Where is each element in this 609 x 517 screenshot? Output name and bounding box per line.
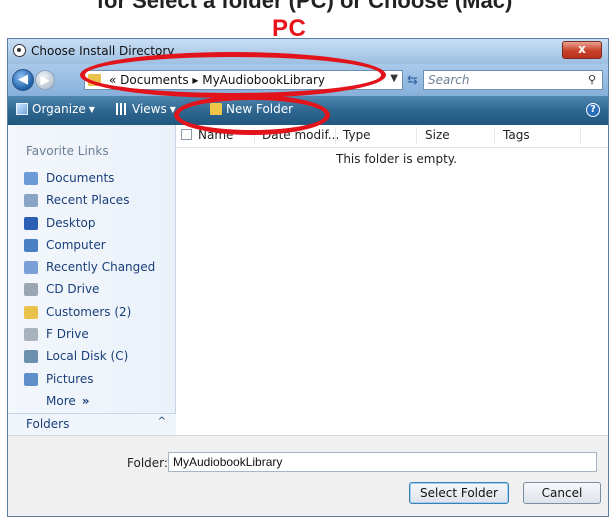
favorite-links-list: Documents Recent Places Desktop Computer Rec…	[8, 169, 175, 414]
title-bar: Choose Install Directory x	[8, 39, 608, 64]
recently-changed-icon	[24, 261, 38, 275]
address-bar: ◀ ▶ « Documents ▸ MyAudiobookLibrary ▼ ⇆…	[8, 64, 608, 96]
chevron-down-icon[interactable]: ▼	[390, 73, 398, 84]
column-header-tags[interactable]: Tags	[503, 128, 530, 142]
select-all-checkbox[interactable]	[181, 129, 192, 140]
column-header-type[interactable]: Type	[343, 128, 371, 142]
local-disk-icon	[24, 350, 38, 364]
chevron-down-icon: ▼	[169, 105, 176, 114]
folder-label: Folder:	[127, 456, 168, 470]
sidebar-item-label: Computer	[46, 237, 106, 252]
sidebar-item-label: Documents	[46, 171, 115, 185]
chevron-down-icon: ▼	[88, 105, 95, 114]
column-divider[interactable]	[580, 127, 581, 144]
new-folder-button[interactable]: New Folder	[210, 102, 293, 116]
organize-label: Organize	[32, 102, 86, 116]
sidebar-item-f-drive[interactable]: F Drive	[8, 325, 175, 347]
chevron-up-icon: ^	[157, 416, 166, 427]
navigation-pane: Favorite Links Documents Recent Places Des…	[8, 125, 176, 435]
more-label: More »	[46, 394, 90, 408]
documents-icon	[24, 172, 38, 185]
sidebar-item-label: F Drive	[46, 327, 89, 342]
search-icon[interactable]: ⚲	[588, 73, 596, 86]
forward-button[interactable]: ▶	[35, 70, 55, 90]
back-arrow-icon: ◀	[18, 72, 28, 87]
column-header-name[interactable]: Name	[198, 128, 233, 142]
recent-places-icon	[24, 194, 38, 208]
sidebar-item-pictures[interactable]: Pictures	[8, 370, 175, 392]
views-button[interactable]: Views ▼	[116, 102, 176, 116]
drive-icon	[24, 328, 38, 342]
help-icon[interactable]: ?	[586, 103, 600, 117]
sidebar-item-recent-places[interactable]: Recent Places	[8, 191, 175, 213]
sidebar-item-label: Desktop	[46, 215, 96, 230]
file-list-pane: Name Date modif... Type Size Tags This f…	[176, 125, 608, 435]
sidebar-item-label: CD Drive	[46, 282, 100, 297]
column-divider[interactable]	[335, 127, 336, 144]
column-divider[interactable]	[494, 127, 495, 144]
close-button[interactable]: x	[562, 41, 602, 59]
folders-label: Folders	[26, 417, 70, 431]
computer-icon	[24, 238, 38, 252]
choose-directory-dialog: Choose Install Directory x ◀ ▶ « Documen…	[7, 38, 609, 517]
views-icon	[116, 103, 128, 115]
column-divider[interactable]	[254, 127, 255, 144]
app-icon	[13, 44, 26, 57]
command-toolbar: Organize ▼ Views ▼ New Folder ?	[8, 96, 608, 125]
address-box[interactable]: « Documents ▸ MyAudiobookLibrary ▼	[84, 70, 403, 90]
sidebar-item-more[interactable]: More »	[8, 392, 175, 414]
folders-toggle[interactable]: Folders ^	[8, 413, 176, 435]
content-area: Favorite Links Documents Recent Places Des…	[8, 125, 608, 435]
new-folder-label: New Folder	[226, 102, 294, 116]
header-caption-text: for Select a folder (PC) or Choose (Mac)	[96, 0, 513, 13]
sidebar-item-label: Local Disk (C)	[46, 349, 129, 364]
sidebar-item-computer[interactable]: Computer	[8, 236, 175, 258]
desktop-icon	[24, 216, 38, 230]
views-label: Views	[132, 102, 167, 116]
select-folder-button[interactable]: Select Folder	[409, 482, 509, 504]
column-header-date-modified[interactable]: Date modif...	[262, 128, 339, 142]
address-path: « Documents ▸ MyAudiobookLibrary	[109, 73, 325, 87]
forward-arrow-icon: ▶	[40, 73, 50, 87]
back-button[interactable]: ◀	[12, 69, 34, 91]
organize-icon	[16, 103, 28, 115]
search-box: ⚲	[423, 70, 603, 90]
column-headers: Name Date modif... Type Size Tags	[176, 125, 608, 148]
sidebar-item-cd-drive[interactable]: CD Drive	[8, 280, 175, 302]
search-input[interactable]	[428, 72, 578, 88]
sidebar-item-local-disk-c[interactable]: Local Disk (C)	[8, 347, 175, 369]
sidebar-item-label: Recent Places	[46, 193, 130, 208]
sidebar-item-documents[interactable]: Documents	[8, 169, 175, 191]
empty-folder-message: This folder is empty.	[336, 152, 457, 166]
new-folder-icon	[210, 103, 222, 115]
more-text: More	[46, 393, 76, 408]
folder-icon	[24, 305, 38, 319]
sidebar-item-recently-changed[interactable]: Recently Changed	[8, 258, 175, 280]
dialog-footer: Folder: Select Folder Cancel	[8, 435, 608, 516]
sidebar-item-label: Pictures	[46, 371, 94, 386]
sidebar-item-label: Recently Changed	[46, 260, 156, 275]
column-header-size[interactable]: Size	[425, 128, 450, 142]
cd-drive-icon	[24, 283, 38, 297]
window-title: Choose Install Directory	[31, 44, 175, 58]
chevron-double-right-icon: »	[81, 393, 90, 408]
favorite-links-header: Favorite Links	[26, 144, 109, 158]
cancel-button[interactable]: Cancel	[523, 482, 601, 504]
refresh-icon[interactable]: ⇆	[407, 73, 418, 88]
folder-icon	[88, 74, 101, 86]
folder-name-input[interactable]	[168, 452, 597, 472]
pictures-icon	[24, 372, 38, 386]
column-divider[interactable]	[416, 127, 417, 144]
sidebar-item-customers-2[interactable]: Customers (2)	[8, 303, 175, 325]
sidebar-item-label: Customers (2)	[46, 304, 132, 319]
organize-button[interactable]: Organize ▼	[16, 102, 95, 116]
sidebar-item-desktop[interactable]: Desktop	[8, 214, 175, 236]
